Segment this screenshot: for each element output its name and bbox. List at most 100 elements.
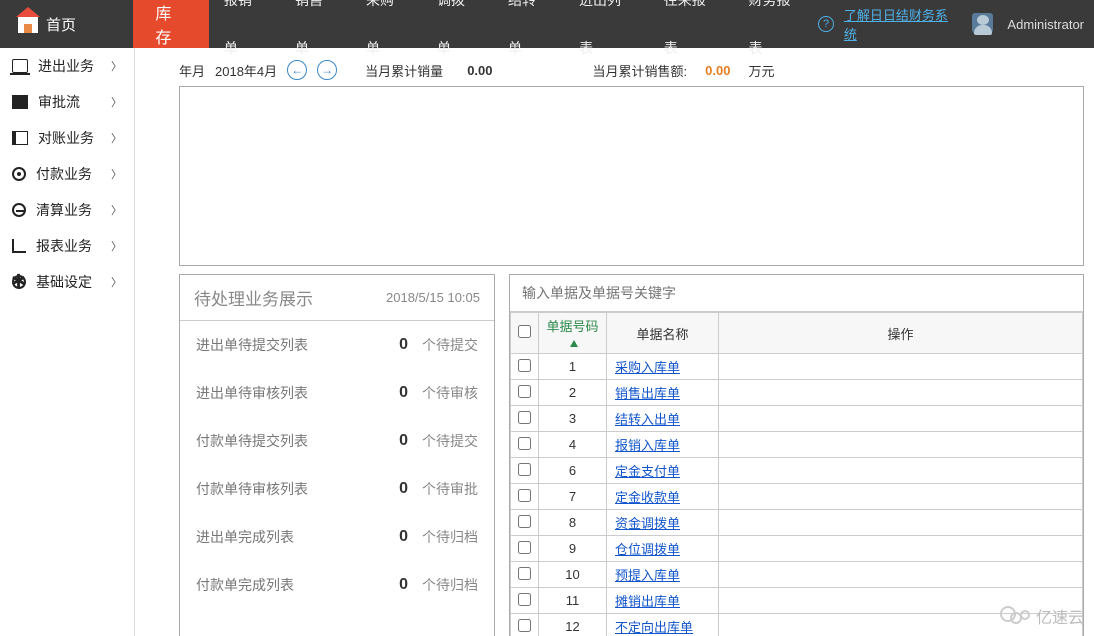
todo-count: 0 <box>399 336 408 354</box>
row-op <box>719 510 1083 536</box>
table-row: 10预提入库单 <box>511 562 1083 588</box>
row-name: 不定向出库单 <box>607 614 719 636</box>
doc-link[interactable]: 摊销出库单 <box>615 594 680 609</box>
todo-item[interactable]: 进出单待提交列表0个待提交 <box>180 321 494 369</box>
row-op <box>719 380 1083 406</box>
doc-link[interactable]: 采购入库单 <box>615 360 680 375</box>
doc-link[interactable]: 定金支付单 <box>615 464 680 479</box>
doc-link[interactable]: 定金收款单 <box>615 490 680 505</box>
row-num: 8 <box>539 510 607 536</box>
doc-link[interactable]: 仓位调拨单 <box>615 542 680 557</box>
sidebar-icon <box>12 167 26 181</box>
todo-item[interactable]: 进出单待审核列表0个待审核 <box>180 369 494 417</box>
user-icon[interactable] <box>972 13 993 35</box>
todo-label: 进出单待审核列表 <box>196 383 308 403</box>
col-op[interactable]: 操作 <box>719 313 1083 354</box>
chevron-right-icon: 〉 <box>111 130 122 146</box>
row-checkbox[interactable] <box>518 385 531 398</box>
todo-item[interactable]: 付款单待审核列表0个待审批 <box>180 465 494 513</box>
todo-suffix: 个待审核 <box>422 383 478 403</box>
doc-link[interactable]: 报销入库单 <box>615 438 680 453</box>
sidebar-icon <box>12 59 28 73</box>
row-name: 预提入库单 <box>607 562 719 588</box>
sidebar-item-5[interactable]: 报表业务〉 <box>0 228 134 264</box>
select-all-checkbox[interactable] <box>518 325 531 338</box>
todo-count: 0 <box>399 528 408 546</box>
row-checkbox[interactable] <box>518 619 531 632</box>
sidebar-item-3[interactable]: 付款业务 〉 <box>0 156 134 192</box>
home-tab[interactable]: 首页 <box>0 0 133 48</box>
search-input[interactable] <box>510 275 1083 312</box>
user-name: Administrator <box>1007 17 1084 32</box>
home-label: 首页 <box>46 14 76 35</box>
doc-link[interactable]: 资金调拨单 <box>615 516 680 531</box>
todo-suffix: 个待审批 <box>422 479 478 499</box>
help-icon: ? <box>818 16 834 32</box>
tab-inventory[interactable]: 库存 <box>133 0 209 48</box>
document-table: 单据号码 单据名称 操作 1采购入库单2销售出库单3结转入出单4报销入库单6定金… <box>510 312 1083 636</box>
todo-suffix: 个待提交 <box>422 335 478 355</box>
doc-link[interactable]: 结转入出单 <box>615 412 680 427</box>
sales-amt-value: 0.00 <box>705 63 730 78</box>
chevron-right-icon: 〉 <box>111 58 122 74</box>
todo-count: 0 <box>399 576 408 594</box>
chart-area <box>179 86 1084 266</box>
row-checkbox[interactable] <box>518 411 531 424</box>
table-row: 4报销入库单 <box>511 432 1083 458</box>
row-name: 仓位调拨单 <box>607 536 719 562</box>
doc-link[interactable]: 不定向出库单 <box>615 620 693 635</box>
row-num: 7 <box>539 484 607 510</box>
todo-suffix: 个待归档 <box>422 527 478 547</box>
chevron-right-icon: 〉 <box>111 166 122 182</box>
ym-value: 2018年4月 <box>215 61 277 80</box>
prev-month-button[interactable]: ← <box>287 60 307 80</box>
row-checkbox[interactable] <box>518 437 531 450</box>
row-num: 2 <box>539 380 607 406</box>
todo-item[interactable]: 付款单完成列表0个待归档 <box>180 561 494 609</box>
watermark-icon <box>1000 606 1030 626</box>
row-name: 结转入出单 <box>607 406 719 432</box>
row-checkbox[interactable] <box>518 541 531 554</box>
row-checkbox[interactable] <box>518 515 531 528</box>
chevron-right-icon: 〉 <box>111 274 122 290</box>
table-row: 12不定向出库单 <box>511 614 1083 636</box>
row-name: 销售出库单 <box>607 380 719 406</box>
row-checkbox[interactable] <box>518 567 531 580</box>
todo-label: 付款单待审核列表 <box>196 479 308 499</box>
todo-label: 进出单完成列表 <box>196 527 294 547</box>
doc-link[interactable]: 销售出库单 <box>615 386 680 401</box>
row-checkbox[interactable] <box>518 593 531 606</box>
table-row: 7 定金收款单 <box>511 484 1083 510</box>
col-doc-number[interactable]: 单据号码 <box>539 313 607 354</box>
row-op <box>719 354 1083 380</box>
sidebar-item-0[interactable]: 进出业务 〉 <box>0 48 134 84</box>
sidebar-item-4[interactable]: 清算业务〉 <box>0 192 134 228</box>
row-checkbox[interactable] <box>518 489 531 502</box>
next-month-button[interactable]: → <box>317 60 337 80</box>
doc-link[interactable]: 预提入库单 <box>615 568 680 583</box>
chevron-right-icon: 〉 <box>111 238 122 254</box>
summary-row: 年月 2018年4月 ← → 当月累计销量 0.00 当月累计销售额: 0.00… <box>179 60 1084 80</box>
sidebar-item-label: 付款业务 <box>36 164 92 184</box>
sidebar-item-label: 审批流 <box>38 92 80 112</box>
row-checkbox[interactable] <box>518 359 531 372</box>
watermark-text: 亿速云 <box>1036 604 1084 628</box>
top-nav: 报销单销售单采购单调拨单结转单进出列表往来报表财务报表 <box>209 0 818 48</box>
tab-inventory-label: 库存 <box>155 0 187 48</box>
todo-item[interactable]: 付款单待提交列表0个待提交 <box>180 417 494 465</box>
todo-item[interactable]: 进出单完成列表 0 个待归档 <box>180 513 494 561</box>
col-doc-name[interactable]: 单据名称 <box>607 313 719 354</box>
sidebar-item-1[interactable]: 审批流 〉 <box>0 84 134 120</box>
sidebar-item-label: 基础设定 <box>36 272 92 292</box>
table-row: 8 资金调拨单 <box>511 510 1083 536</box>
sidebar-icon <box>12 95 28 109</box>
info-link[interactable]: 了解日日结财务系统 <box>844 5 958 43</box>
sidebar-item-6[interactable]: 基础设定 〉 <box>0 264 134 300</box>
sidebar-item-label: 进出业务 <box>38 56 94 76</box>
row-name: 资金调拨单 <box>607 510 719 536</box>
row-num: 3 <box>539 406 607 432</box>
chevron-right-icon: 〉 <box>111 94 122 110</box>
table-row: 9仓位调拨单 <box>511 536 1083 562</box>
sidebar-item-2[interactable]: 对账业务〉 <box>0 120 134 156</box>
row-checkbox[interactable] <box>518 463 531 476</box>
